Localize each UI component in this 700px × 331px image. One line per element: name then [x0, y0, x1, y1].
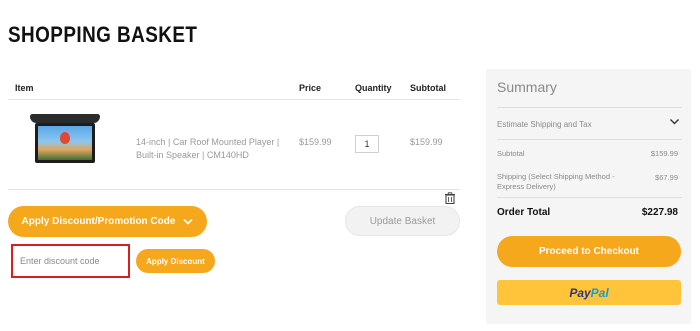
shipping-value: $67.99	[655, 173, 678, 182]
trash-icon[interactable]	[444, 192, 456, 204]
proceed-to-checkout-button[interactable]: Proceed to Checkout	[497, 236, 681, 267]
product-name-link[interactable]: 14-inch | Car Roof Mounted Player | Buil…	[136, 136, 286, 162]
product-subtotal: $159.99	[410, 137, 443, 147]
product-image[interactable]	[26, 114, 104, 168]
shipping-label: Shipping (Select Shipping Method - Expre…	[497, 172, 615, 191]
subtotal-value: $159.99	[650, 149, 678, 158]
paypal-logo-pal: Pal	[590, 285, 609, 300]
chevron-down-icon	[183, 218, 194, 225]
discount-toggle-label: Apply Discount/Promotion Code	[21, 216, 176, 227]
cart-table: Item Price Quantity Subtotal 14-inch | C…	[8, 78, 460, 204]
apply-discount-button[interactable]: Apply Discount	[136, 249, 215, 273]
column-header-quantity: Quantity	[355, 83, 392, 93]
divider	[497, 107, 682, 108]
divider	[497, 197, 682, 198]
estimate-shipping-toggle[interactable]: Estimate Shipping and Tax	[497, 120, 592, 129]
quantity-input[interactable]: 1	[355, 135, 379, 153]
cart-row: 14-inch | Car Roof Mounted Player | Buil…	[8, 100, 460, 204]
column-header-price: Price	[299, 83, 322, 93]
order-total-value: $227.98	[641, 207, 678, 218]
discount-code-input[interactable]	[11, 244, 130, 278]
product-price: $159.99	[299, 137, 332, 147]
order-total-label: Order Total	[497, 207, 551, 218]
discount-toggle-button[interactable]: Apply Discount/Promotion Code	[8, 206, 207, 237]
column-header-item: Item	[15, 83, 34, 93]
order-summary: Summary Estimate Shipping and Tax Subtot…	[486, 69, 691, 324]
paypal-logo-pay: Pay	[569, 285, 591, 300]
chevron-down-icon[interactable]	[669, 116, 680, 127]
paypal-button[interactable]: Pay Pal	[497, 280, 681, 305]
cart-table-header: Item Price Quantity Subtotal	[8, 78, 460, 100]
summary-title: Summary	[497, 79, 557, 95]
subtotal-label: Subtotal	[497, 149, 525, 158]
page-title: SHOPPING BASKET	[8, 22, 198, 47]
column-header-subtotal: Subtotal	[410, 83, 446, 93]
update-basket-button[interactable]: Update Basket	[345, 206, 460, 236]
divider	[497, 139, 682, 140]
